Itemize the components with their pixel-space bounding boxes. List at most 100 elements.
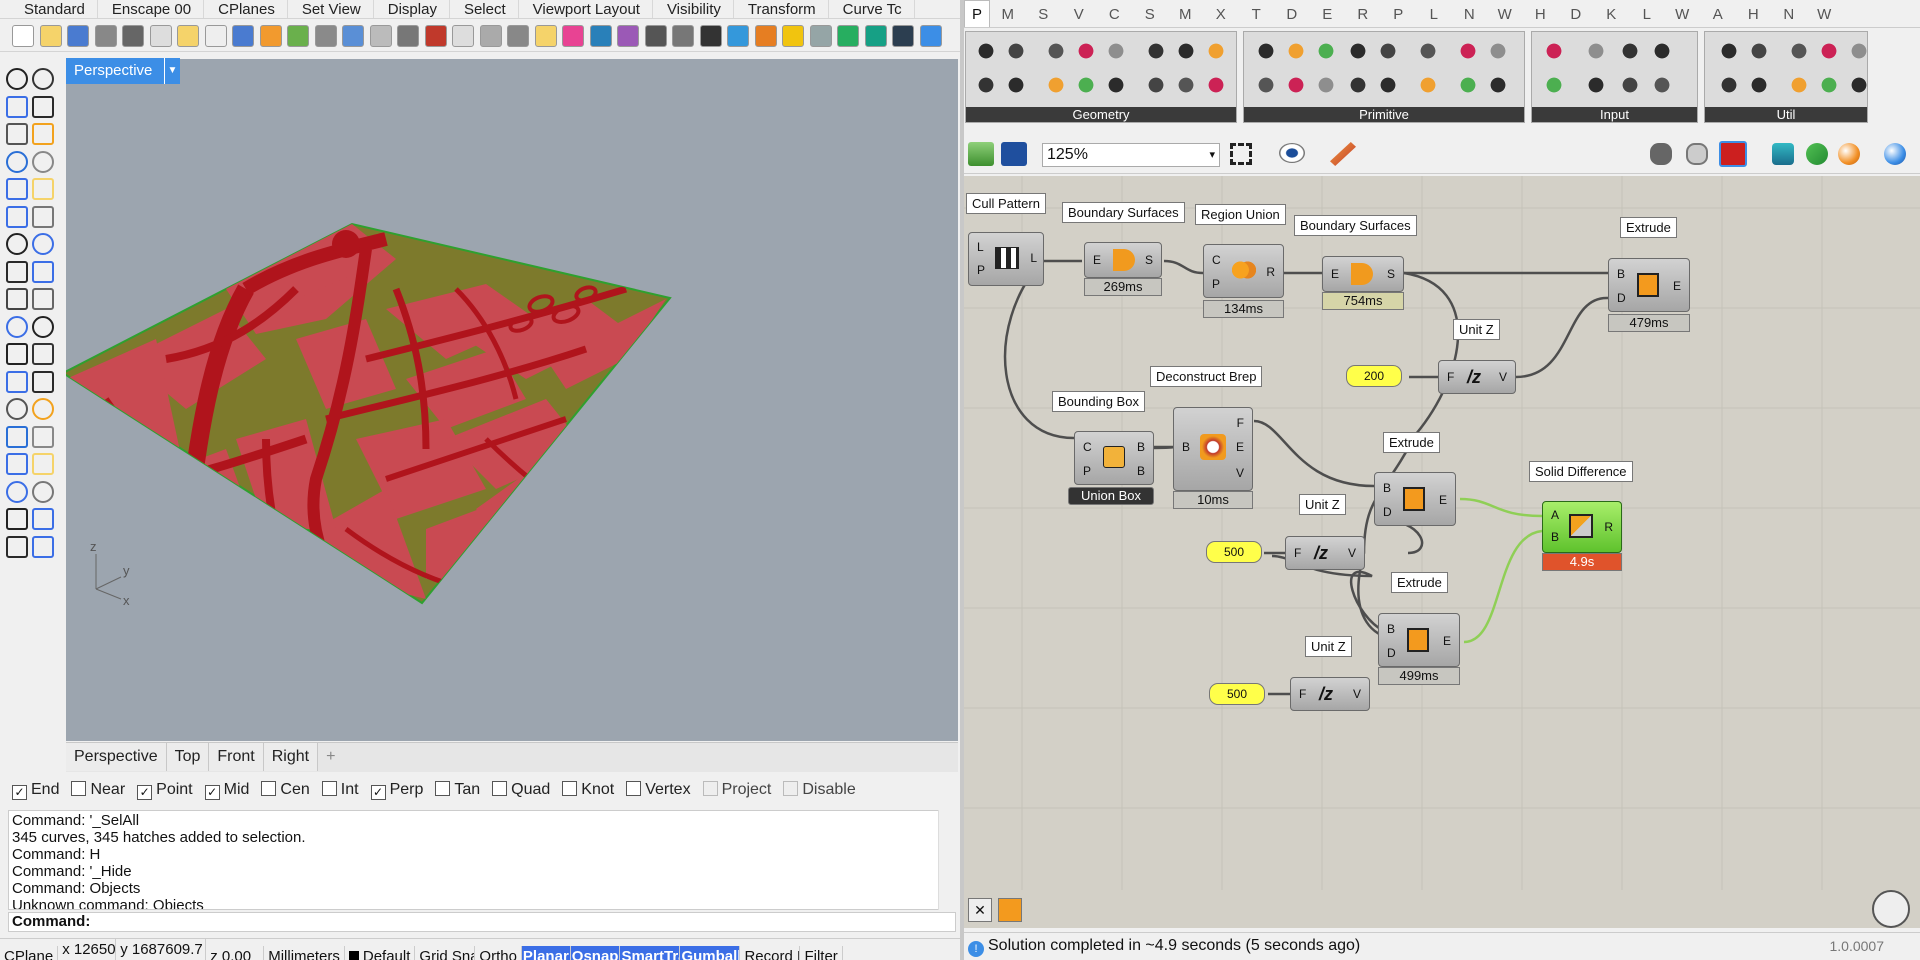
pin-p-in[interactable]: P xyxy=(977,263,985,277)
pin-f-out[interactable]: F xyxy=(1237,416,1244,430)
toolbar-button-icon[interactable] xyxy=(149,25,172,47)
checkbox-icon[interactable] xyxy=(562,781,578,796)
pin-p-in[interactable]: P xyxy=(1083,464,1091,478)
toolbar-button-icon[interactable] xyxy=(177,25,199,47)
pin-e-out[interactable]: E xyxy=(1673,279,1681,293)
toolbar-button-icon[interactable] xyxy=(617,25,639,47)
gh-ribbon-component-icon[interactable] xyxy=(1647,71,1677,99)
label-region-union[interactable]: Region Union xyxy=(1195,204,1286,225)
gh-tab[interactable]: N xyxy=(1771,1,1807,27)
rhino-tool-icon[interactable] xyxy=(6,178,28,200)
preview-selected-icon[interactable] xyxy=(1719,141,1747,167)
rhino-tool-icon[interactable] xyxy=(6,480,28,503)
pin-f-in[interactable]: F xyxy=(1299,687,1306,701)
vp-tab-front[interactable]: Front xyxy=(209,743,264,771)
label-boundary-surfaces-2[interactable]: Boundary Surfaces xyxy=(1294,215,1417,236)
gh-ribbon-component-icon[interactable] xyxy=(1101,71,1131,99)
toolbar-button-icon[interactable] xyxy=(94,25,117,47)
gh-ribbon-component-icon[interactable] xyxy=(1647,37,1677,65)
gh-ribbon-component-icon[interactable] xyxy=(1744,37,1774,65)
pin-d-in[interactable]: D xyxy=(1387,646,1396,660)
pin-d-in[interactable]: D xyxy=(1383,505,1392,519)
status-toggle[interactable]: Osnap xyxy=(570,946,621,960)
pin-l-in[interactable]: L xyxy=(977,240,984,254)
label-deconstruct-brep[interactable]: Deconstruct Brep xyxy=(1150,366,1263,387)
toolbar-button-icon[interactable] xyxy=(232,25,254,47)
checkbox-icon[interactable] xyxy=(492,781,508,796)
pin-e-out[interactable]: E xyxy=(1439,493,1447,507)
gh-tab[interactable]: S xyxy=(1026,1,1062,27)
gh-tab[interactable]: W xyxy=(1807,1,1843,27)
gh-tab[interactable]: M xyxy=(990,1,1026,27)
toolbar-button-icon[interactable] xyxy=(259,25,282,47)
gh-ribbon-component-icon[interactable] xyxy=(1141,37,1171,65)
rhino-tool-icon[interactable] xyxy=(6,398,28,420)
gh-ribbon-component-icon[interactable] xyxy=(1041,71,1071,99)
toolbar-button-icon[interactable] xyxy=(892,25,914,47)
tab-viewport-layout[interactable]: Viewport Layout xyxy=(519,0,653,18)
unit-z-3-component[interactable]: F V /z xyxy=(1290,677,1370,711)
gh-ribbon-component-icon[interactable] xyxy=(1453,71,1483,99)
gh-tab[interactable]: L xyxy=(1629,1,1665,27)
gh-tab[interactable]: T xyxy=(1239,1,1275,27)
gh-ribbon-component-icon[interactable] xyxy=(971,71,1001,99)
gh-ribbon-component-icon[interactable] xyxy=(1483,71,1513,99)
checkbox-icon[interactable]: ✓ xyxy=(137,785,153,800)
pin-l-out[interactable]: L xyxy=(1030,251,1037,265)
gh-ribbon-component-icon[interactable] xyxy=(1581,71,1611,99)
pin-b-out[interactable]: B xyxy=(1137,440,1145,454)
pin-r-out[interactable]: R xyxy=(1604,520,1613,534)
pin-v-out[interactable]: V xyxy=(1353,687,1361,701)
gh-tab[interactable]: R xyxy=(1345,1,1381,27)
number-slider-500-b[interactable]: 500 xyxy=(1209,683,1265,705)
rhino-tool-icon[interactable] xyxy=(32,123,54,145)
open-file-icon[interactable] xyxy=(968,142,994,166)
gh-tab[interactable]: S xyxy=(1132,1,1168,27)
rhino-tool-icon[interactable] xyxy=(6,343,28,365)
pin-b-in[interactable]: B xyxy=(1383,481,1391,495)
number-slider-500-a[interactable]: 500 xyxy=(1206,541,1262,563)
gh-ribbon-component-icon[interactable] xyxy=(1373,37,1403,65)
toolbar-button-icon[interactable] xyxy=(727,25,749,47)
pin-v-out[interactable]: V xyxy=(1499,370,1507,384)
pin-b-out-2[interactable]: B xyxy=(1137,464,1145,478)
status-cplane[interactable]: CPlane xyxy=(0,946,59,960)
gh-ribbon-component-icon[interactable] xyxy=(1251,37,1281,65)
osnap-near[interactable]: Near xyxy=(71,776,125,804)
bounding-box-component[interactable]: C P B B xyxy=(1074,431,1154,485)
pin-e-out[interactable]: E xyxy=(1443,634,1451,648)
pin-b-in[interactable]: B xyxy=(1182,440,1190,454)
number-slider-200[interactable]: 200 xyxy=(1346,365,1402,387)
gh-tab[interactable]: A xyxy=(1700,1,1736,27)
boundary-surfaces-2-component[interactable]: E S xyxy=(1322,256,1404,292)
gh-ribbon-component-icon[interactable] xyxy=(1001,37,1031,65)
label-unit-z-2[interactable]: Unit Z xyxy=(1299,494,1346,515)
rhino-tool-icon[interactable] xyxy=(32,480,54,503)
rhino-tool-icon[interactable] xyxy=(32,288,54,310)
rhino-tool-icon[interactable] xyxy=(6,95,28,118)
gh-ribbon-component-icon[interactable] xyxy=(1784,37,1814,65)
gh-tab[interactable]: K xyxy=(1594,1,1630,27)
label-unit-z-1[interactable]: Unit Z xyxy=(1453,319,1500,340)
checkbox-icon[interactable] xyxy=(702,781,718,796)
gh-tab[interactable]: C xyxy=(1097,1,1133,27)
rhino-tool-icon[interactable] xyxy=(6,288,28,310)
rhino-tool-icon[interactable] xyxy=(32,260,54,283)
checkbox-icon[interactable] xyxy=(261,781,277,796)
pin-p-in[interactable]: P xyxy=(1212,277,1220,291)
pin-b-in[interactable]: B xyxy=(1617,267,1625,281)
display-shaded-icon[interactable] xyxy=(1686,143,1708,165)
gh-tab[interactable]: H xyxy=(1736,1,1772,27)
label-solid-difference[interactable]: Solid Difference xyxy=(1529,461,1633,482)
toolbar-button-icon[interactable] xyxy=(369,25,392,47)
rhino-tool-icon[interactable] xyxy=(32,453,54,475)
toolbar-button-icon[interactable] xyxy=(507,25,529,47)
gh-tab[interactable]: P xyxy=(1381,1,1417,27)
toolbar-button-icon[interactable] xyxy=(837,25,859,47)
toolbar-button-icon[interactable] xyxy=(699,25,722,47)
pin-e-out[interactable]: E xyxy=(1236,440,1244,454)
status-toggle[interactable]: Filter xyxy=(800,946,843,960)
gh-ribbon-component-icon[interactable] xyxy=(1483,37,1513,65)
gh-ribbon-component-icon[interactable] xyxy=(1615,37,1645,65)
checkbox-icon[interactable]: ✓ xyxy=(204,785,220,800)
